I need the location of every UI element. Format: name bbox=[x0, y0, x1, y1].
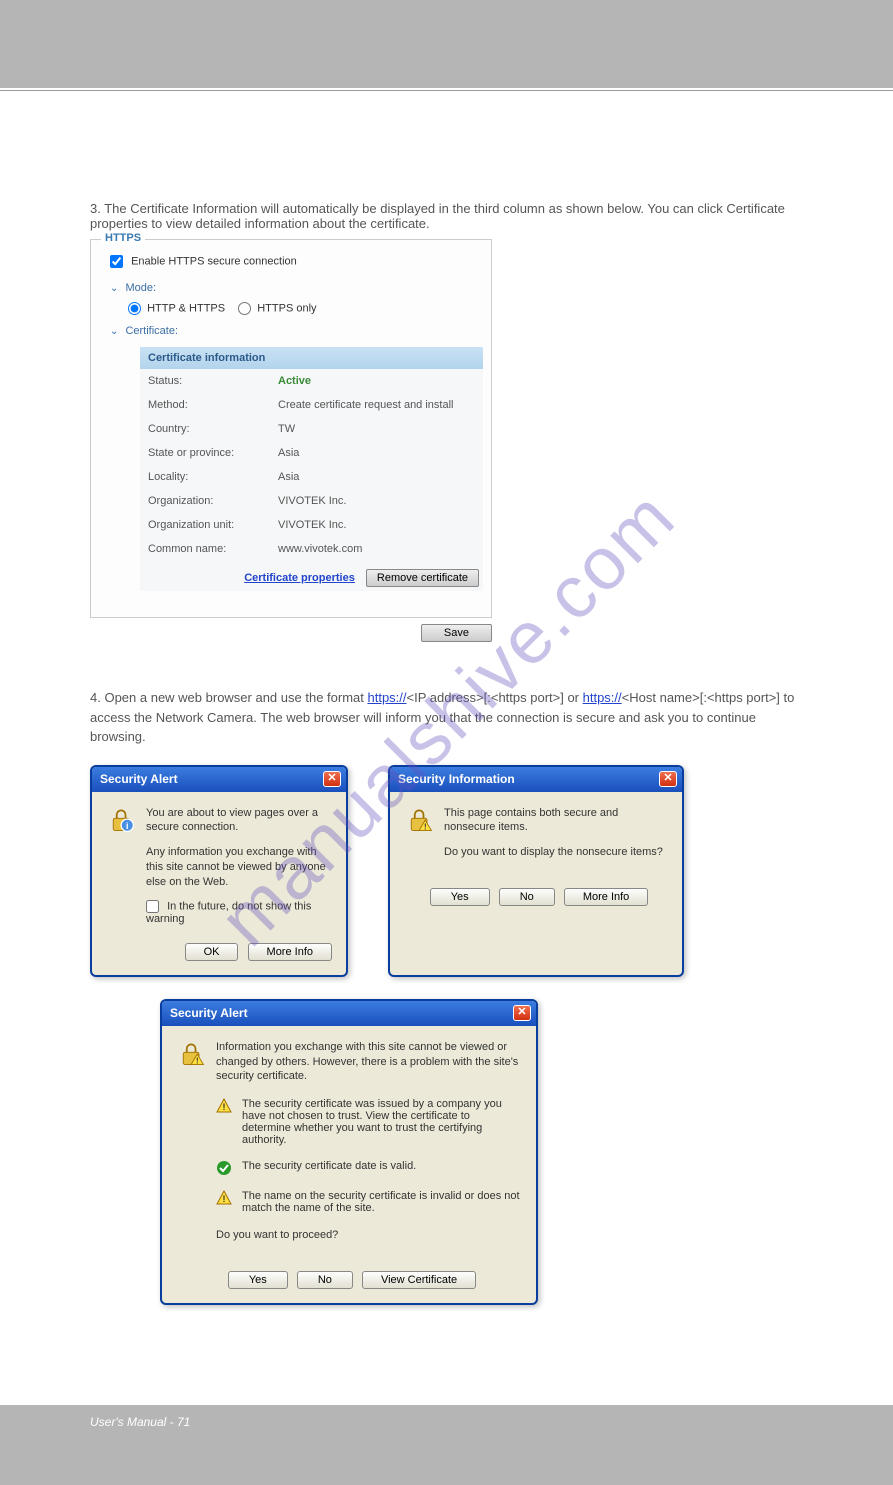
dialog3-title: Security Alert bbox=[170, 1006, 248, 1020]
warning-triangle-icon: ! bbox=[216, 1098, 232, 1114]
security-alert-dialog-1: Security Alert ✕ i You are about to view… bbox=[90, 765, 348, 977]
https-panel-title: HTTPS bbox=[101, 232, 145, 244]
footer-text: User's Manual - 71 bbox=[90, 1415, 190, 1429]
cert-method-label: Method: bbox=[140, 393, 270, 417]
dialog2-yes-button[interactable]: Yes bbox=[430, 888, 490, 906]
close-icon[interactable]: ✕ bbox=[513, 1005, 531, 1021]
cert-state-value: Asia bbox=[270, 441, 483, 465]
dialog3-yes-button[interactable]: Yes bbox=[228, 1271, 288, 1289]
enable-https-label: Enable HTTPS secure connection bbox=[131, 255, 297, 267]
cert-status-label: Status: bbox=[140, 369, 270, 393]
padlock-info-icon: i bbox=[108, 806, 136, 834]
dialog1-title: Security Alert bbox=[100, 772, 178, 786]
svg-text:!: ! bbox=[223, 1194, 226, 1204]
dialog3-intro: Information you exchange with this site … bbox=[216, 1040, 520, 1085]
mode-http-https-label: HTTP & HTTPS bbox=[147, 302, 225, 314]
svg-text:!: ! bbox=[223, 1102, 226, 1112]
dialog3-item1: The security certificate was issued by a… bbox=[242, 1098, 520, 1146]
step3-text: 3. The Certificate Information will auto… bbox=[90, 201, 803, 231]
dialog2-moreinfo-button[interactable]: More Info bbox=[564, 888, 648, 906]
dialog3-proceed: Do you want to proceed? bbox=[216, 1228, 520, 1243]
cert-state-label: State or province: bbox=[140, 441, 270, 465]
mode-http-https-radio[interactable] bbox=[128, 302, 141, 315]
dialog2-no-button[interactable]: No bbox=[499, 888, 555, 906]
mode-https-only-label: HTTPS only bbox=[257, 302, 316, 314]
dialog2-title: Security Information bbox=[398, 772, 515, 786]
cert-commonname-label: Common name: bbox=[140, 537, 270, 561]
warning-triangle-icon: ! bbox=[216, 1190, 232, 1206]
chevron-down-icon[interactable]: ⌄ bbox=[110, 326, 118, 337]
cert-method-value: Create certificate request and install bbox=[270, 393, 483, 417]
enable-https-checkbox[interactable] bbox=[110, 255, 123, 268]
dialog2-line2: Do you want to display the nonsecure ite… bbox=[444, 845, 666, 860]
cert-org-value: VIVOTEK Inc. bbox=[270, 489, 483, 513]
header-bar: VIVOTEK bbox=[0, 0, 893, 88]
certificate-section-label: Certificate: bbox=[125, 325, 178, 337]
dialog1-chk-label: In the future, do not show this warning bbox=[146, 900, 311, 925]
padlock-warning-icon: ! bbox=[406, 806, 434, 834]
mode-https-only-radio[interactable] bbox=[238, 302, 251, 315]
cert-org-label: Organization: bbox=[140, 489, 270, 513]
certificate-properties-link[interactable]: Certificate properties bbox=[244, 572, 355, 584]
cert-commonname-value: www.vivotek.com bbox=[270, 537, 483, 561]
padlock-warning-icon: ! bbox=[178, 1040, 206, 1068]
cert-country-value: TW bbox=[270, 417, 483, 441]
cert-locality-label: Locality: bbox=[140, 465, 270, 489]
dialog1-moreinfo-button[interactable]: More Info bbox=[248, 943, 332, 961]
save-button[interactable]: Save bbox=[421, 624, 492, 642]
certificate-table: Certificate information Status: Active Me… bbox=[140, 347, 483, 591]
https-link-1[interactable]: https:// bbox=[368, 690, 407, 705]
step4-mid1: <IP address>[:<https port>] or bbox=[407, 690, 583, 705]
dialog1-line1: You are about to view pages over a secur… bbox=[146, 806, 330, 836]
dialog3-viewcert-button[interactable]: View Certificate bbox=[362, 1271, 476, 1289]
https-link-2[interactable]: https:// bbox=[583, 690, 622, 705]
certificate-table-header: Certificate information bbox=[140, 347, 483, 369]
chevron-down-icon[interactable]: ⌄ bbox=[110, 283, 118, 294]
mode-section-label: Mode: bbox=[125, 282, 156, 294]
dialog1-dont-show-checkbox[interactable] bbox=[146, 900, 159, 913]
https-panel: HTTPS Enable HTTPS secure connection ⌄ M… bbox=[90, 239, 492, 618]
cert-orgunit-value: VIVOTEK Inc. bbox=[270, 513, 483, 537]
dialog3-item3: The name on the security certificate is … bbox=[242, 1190, 520, 1214]
check-circle-icon bbox=[216, 1160, 232, 1176]
step4-prefix: 4. Open a new web browser and use the fo… bbox=[90, 690, 368, 705]
remove-certificate-button[interactable]: Remove certificate bbox=[366, 569, 479, 587]
cert-orgunit-label: Organization unit: bbox=[140, 513, 270, 537]
cert-status-value: Active bbox=[278, 375, 311, 387]
security-alert-dialog-2: Security Alert ✕ ! Information you excha… bbox=[160, 999, 538, 1305]
dialog3-no-button[interactable]: No bbox=[297, 1271, 353, 1289]
svg-text:i: i bbox=[126, 820, 128, 830]
cert-locality-value: Asia bbox=[270, 465, 483, 489]
dialog1-line2: Any information you exchange with this s… bbox=[146, 845, 330, 890]
close-icon[interactable]: ✕ bbox=[323, 771, 341, 787]
dialog3-item2: The security certificate date is valid. bbox=[242, 1160, 416, 1176]
dialog2-line1: This page contains both secure and nonse… bbox=[444, 806, 666, 836]
close-icon[interactable]: ✕ bbox=[659, 771, 677, 787]
cert-country-label: Country: bbox=[140, 417, 270, 441]
security-information-dialog: Security Information ✕ ! This page conta… bbox=[388, 765, 684, 977]
footer-bar: User's Manual - 71 bbox=[0, 1405, 893, 1485]
dialog1-ok-button[interactable]: OK bbox=[185, 943, 239, 961]
svg-text:!: ! bbox=[196, 1056, 199, 1065]
svg-text:!: ! bbox=[424, 822, 427, 831]
step4-text: 4. Open a new web browser and use the fo… bbox=[90, 688, 803, 747]
